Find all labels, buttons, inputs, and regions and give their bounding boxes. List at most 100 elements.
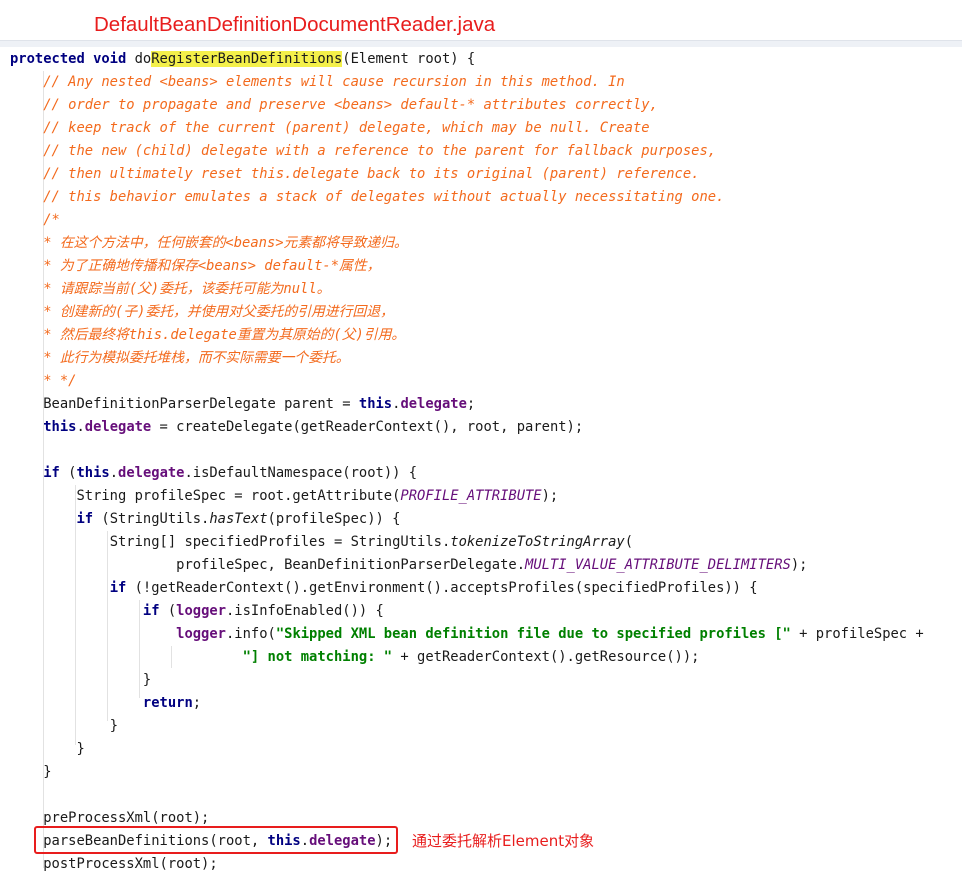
- code-line: postProcessXml(root);: [10, 853, 962, 876]
- comment: * 为了正确地传播和保存<beans> default-*属性，: [43, 258, 381, 274]
- field-name: delegate: [400, 396, 467, 412]
- code-line: profileSpec, BeanDefinitionParserDelegat…: [10, 554, 962, 577]
- code-text: ;: [466, 396, 476, 412]
- code-line: * 然后最终将this.delegate重置为其原始的(父)引用。: [10, 324, 962, 347]
- code-line: if (!getReaderContext().getEnvironment()…: [10, 577, 962, 600]
- code-line: this.delegate = createDelegate(getReader…: [10, 416, 962, 439]
- code-text: .: [76, 419, 85, 435]
- static-method: hasText: [209, 511, 268, 527]
- static-constant: PROFILE_ATTRIBUTE: [400, 488, 542, 504]
- code-line: }: [10, 715, 962, 738]
- method-name-prefix: do: [134, 51, 152, 67]
- file-title: DefaultBeanDefinitionDocumentReader.java: [94, 13, 496, 36]
- comment: // this behavior emulates a stack of del…: [43, 189, 725, 205]
- code-line: * 此行为模拟委托堆栈，而不实际需要一个委托。: [10, 347, 962, 370]
- code-line: // order to propagate and preserve <bean…: [10, 94, 962, 117]
- method-name-highlighted: RegisterBeanDefinitions: [151, 51, 343, 67]
- comment: * */: [43, 373, 77, 389]
- code-text: .: [109, 465, 119, 481]
- code-text: .info(: [225, 626, 276, 642]
- code-text: .isInfoEnabled()) {: [226, 603, 384, 619]
- comment: // order to propagate and preserve <bean…: [43, 97, 658, 113]
- code-text: + profileSpec +: [790, 626, 924, 642]
- code-line: }: [10, 669, 962, 692]
- static-constant: MULTI_VALUE_ATTRIBUTE_DELIMITERS: [525, 557, 791, 573]
- code-line: * */: [10, 370, 962, 393]
- code-line: * 为了正确地传播和保存<beans> default-*属性，: [10, 255, 962, 278]
- string-literal: "] not matching: ": [242, 649, 393, 665]
- code-text: = createDelegate(getReaderContext(), roo…: [151, 419, 584, 435]
- code-text: (profileSpec)) {: [267, 511, 401, 527]
- closing-brace: }: [109, 718, 118, 734]
- field-name: delegate: [118, 465, 185, 481]
- code-line: * 在这个方法中，任何嵌套的<beans>元素都将导致递归。: [10, 232, 962, 255]
- code-text: postProcessXml(root);: [43, 856, 218, 872]
- code-line: // the new (child) delegate with a refer…: [10, 140, 962, 163]
- comment: // Any nested <beans> elements will caus…: [43, 74, 625, 90]
- comment: * 此行为模拟委托堆栈，而不实际需要一个委托。: [43, 350, 350, 366]
- code-line: // then ultimately reset this.delegate b…: [10, 163, 962, 186]
- code-line: String profileSpec = root.getAttribute(P…: [10, 485, 962, 508]
- code-text: + getReaderContext().getResource());: [392, 649, 700, 665]
- code-text: (StringUtils.: [93, 511, 210, 527]
- if-keyword: if: [142, 603, 160, 619]
- field-name: logger: [176, 603, 226, 619]
- comment: // the new (child) delegate with a refer…: [43, 143, 717, 159]
- comment: * 在这个方法中，任何嵌套的<beans>元素都将导致递归。: [43, 235, 408, 251]
- code-text: preProcessXml(root);: [43, 810, 210, 826]
- highlight-box: [34, 826, 398, 854]
- code-line: String[] specifiedProfiles = StringUtils…: [10, 531, 962, 554]
- this-keyword: this: [43, 419, 77, 435]
- code-line: return;: [10, 692, 962, 715]
- this-keyword: this: [76, 465, 110, 481]
- code-text: .isDefaultNamespace(root)) {: [184, 465, 418, 481]
- if-keyword: if: [109, 580, 127, 596]
- comment: * 创建新的(子)委托，并使用对父委托的引用进行回退，: [43, 304, 394, 320]
- comment: * 请跟踪当前(父)委托，该委托可能为null。: [43, 281, 331, 297]
- code-text: (: [624, 534, 634, 550]
- code-text: );: [790, 557, 808, 573]
- code-line: }: [10, 761, 962, 784]
- code-line: protected void doRegisterBeanDefinitions…: [10, 48, 962, 71]
- if-keyword: if: [76, 511, 94, 527]
- return-keyword: return: [142, 695, 193, 711]
- string-literal: "Skipped XML bean definition file due to…: [275, 626, 791, 642]
- code-line: if (logger.isInfoEnabled()) {: [10, 600, 962, 623]
- code-line: * 请跟踪当前(父)委托，该委托可能为null。: [10, 278, 962, 301]
- comment: // then ultimately reset this.delegate b…: [43, 166, 700, 182]
- field-name: delegate: [84, 419, 152, 435]
- code-text: (!getReaderContext().getEnvironment().ac…: [126, 580, 758, 596]
- code-text: (: [159, 603, 177, 619]
- field-name: logger: [176, 626, 226, 642]
- code-line: "] not matching: " + getReaderContext().…: [10, 646, 962, 669]
- code-text: String profileSpec = root.getAttribute(: [76, 488, 401, 504]
- code-line: // keep track of the current (parent) de…: [10, 117, 962, 140]
- closing-brace: }: [142, 672, 152, 688]
- comment: /*: [43, 212, 60, 228]
- annotation-note: 通过委托解析Element对象: [412, 832, 595, 850]
- code-line: * 创建新的(子)委托，并使用对父委托的引用进行回退，: [10, 301, 962, 324]
- this-keyword: this: [358, 396, 393, 412]
- code-line: if (StringUtils.hasText(profileSpec)) {: [10, 508, 962, 531]
- code-text: ;: [192, 695, 202, 711]
- static-method: tokenizeToStringArray: [450, 534, 625, 550]
- code-text: String[] specifiedProfiles = StringUtils…: [109, 534, 451, 550]
- comment: // keep track of the current (parent) de…: [43, 120, 650, 136]
- method-modifiers: protected void: [10, 51, 135, 67]
- code-line: BeanDefinitionParserDelegate parent = th…: [10, 393, 962, 416]
- closing-brace: }: [76, 741, 85, 757]
- if-keyword: if: [43, 465, 60, 481]
- code-line: if (this.delegate.isDefaultNamespace(roo…: [10, 462, 962, 485]
- code-line: /*: [10, 209, 962, 232]
- code-text: );: [541, 488, 559, 504]
- code-line: }: [10, 738, 962, 761]
- method-params: (Element root) {: [342, 51, 476, 67]
- code-text: (: [59, 465, 77, 481]
- closing-brace: }: [43, 764, 52, 780]
- comment: * 然后最终将this.delegate重置为其原始的(父)引用。: [43, 327, 406, 343]
- code-line: // this behavior emulates a stack of del…: [10, 186, 962, 209]
- code-text: BeanDefinitionParserDelegate parent =: [43, 396, 359, 412]
- code-line: // Any nested <beans> elements will caus…: [10, 71, 962, 94]
- code-editor[interactable]: protected void doRegisterBeanDefinitions…: [10, 48, 962, 876]
